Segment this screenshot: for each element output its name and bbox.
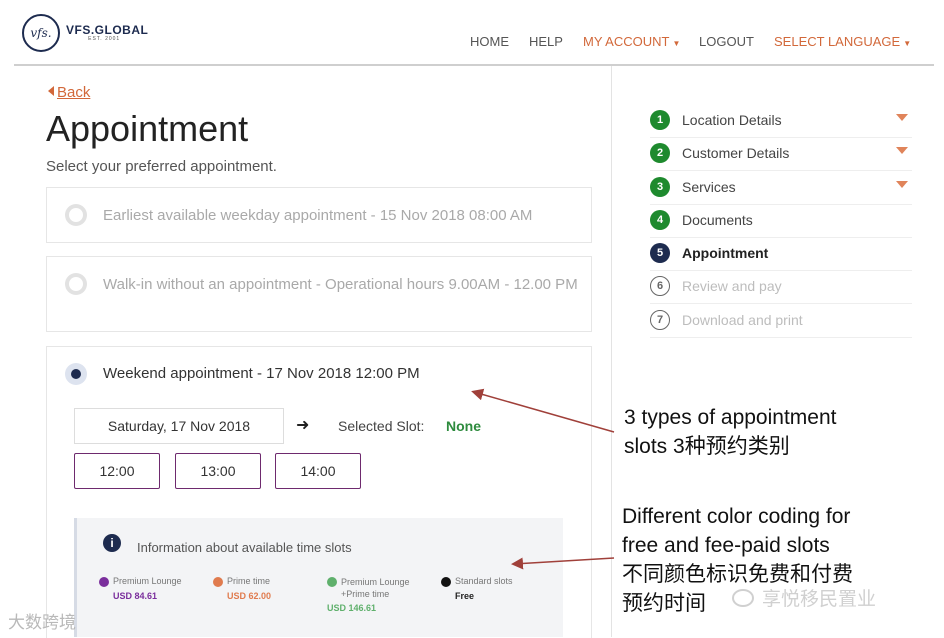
nav-logout[interactable]: LOGOUT xyxy=(699,34,754,49)
chevron-down-icon: ▼ xyxy=(672,39,681,48)
vfs-logo[interactable]: vfs. VFS.GLOBAL EST. 2001 xyxy=(22,14,148,52)
back-link[interactable]: Back xyxy=(48,84,90,101)
arrow-right-icon: ➜ xyxy=(296,417,310,434)
sidebar-divider xyxy=(611,66,612,637)
chevron-down-icon[interactable] xyxy=(896,181,908,188)
info-icon: i xyxy=(103,534,121,552)
legend-name: Premium Lounge xyxy=(113,576,182,586)
step-7: 7 Download and print xyxy=(650,304,912,338)
annotation-color-line2: free and fee-paid slots xyxy=(622,534,830,557)
date-picker[interactable]: Saturday, 17 Nov 2018 xyxy=(74,408,284,444)
nav-select-language-label: SELECT LANGUAGE xyxy=(774,34,901,49)
chevron-down-icon[interactable] xyxy=(896,147,908,154)
nav-my-account-label: MY ACCOUNT xyxy=(583,34,670,49)
legend-price: Free xyxy=(455,591,475,601)
nav-help[interactable]: HELP xyxy=(529,34,563,49)
step-2[interactable]: 2 Customer Details xyxy=(650,137,912,171)
step-3[interactable]: 3 Services xyxy=(650,171,912,205)
logo-name: VFS.GLOBAL xyxy=(66,23,149,37)
step-6: 6 Review and pay xyxy=(650,270,912,304)
step-label: Location Details xyxy=(682,112,782,128)
page-title: Appointment xyxy=(46,108,249,149)
step-label: Download and print xyxy=(682,312,803,328)
standard-slot-color-dot xyxy=(441,577,451,587)
chevron-down-icon: ▼ xyxy=(903,39,912,48)
step-1[interactable]: 1 Location Details xyxy=(650,104,912,138)
legend-price: USD 84.61 xyxy=(113,591,158,601)
radio-button[interactable] xyxy=(65,204,87,226)
step-5: 5 Appointment xyxy=(650,237,912,271)
option-label: Walk-in without an appointment - Operati… xyxy=(103,276,578,293)
prime-time-color-dot xyxy=(213,577,223,587)
step-4[interactable]: 4 Documents xyxy=(650,204,912,238)
time-slot-button[interactable]: 12:00 xyxy=(74,453,160,489)
option-label: Weekend appointment - 17 Nov 2018 12:00 … xyxy=(103,365,420,382)
selected-slot-label: Selected Slot: xyxy=(338,418,425,434)
radio-button-selected[interactable] xyxy=(65,363,87,385)
step-number-badge: 5 xyxy=(650,243,670,263)
premium-lounge-color-dot xyxy=(99,577,109,587)
watermark-left: 大数跨境 xyxy=(8,613,76,632)
nav-home[interactable]: HOME xyxy=(470,34,509,49)
nav-select-language[interactable]: SELECT LANGUAGE ▼ xyxy=(774,34,911,49)
chevron-down-icon[interactable] xyxy=(896,114,908,121)
appointment-option-earliest[interactable]: Earliest available weekday appointment -… xyxy=(46,187,592,243)
annotation-color-line1: Different color coding for xyxy=(622,505,851,528)
appointment-option-walk-in[interactable]: Walk-in without an appointment - Operati… xyxy=(46,256,592,332)
step-number-badge: 3 xyxy=(650,177,670,197)
legend-name: Premium Lounge +Prime time xyxy=(341,577,410,599)
legend-price: USD 146.61 xyxy=(327,603,377,613)
legend-price: USD 62.00 xyxy=(227,591,272,601)
back-arrow-icon xyxy=(48,86,54,96)
annotation-types-line1: 3 types of appointment xyxy=(624,406,837,429)
step-number-badge: 1 xyxy=(650,110,670,130)
back-label: Back xyxy=(57,84,91,101)
legend-name: Prime time xyxy=(227,576,271,586)
header-divider xyxy=(14,64,934,66)
step-label: Appointment xyxy=(682,245,769,261)
watermark-right: 享悦移民置业 xyxy=(732,584,876,611)
step-number-badge: 4 xyxy=(650,210,670,230)
step-number-badge: 2 xyxy=(650,143,670,163)
selected-slot-value: None xyxy=(446,418,481,434)
info-title: Information about available time slots xyxy=(137,540,352,555)
step-label: Customer Details xyxy=(682,145,790,161)
time-slot-button[interactable]: 13:00 xyxy=(175,453,261,489)
wechat-icon xyxy=(732,589,754,607)
legend-name: Standard slots xyxy=(455,576,513,586)
site-header: vfs. VFS.GLOBAL EST. 2001 HOME HELP MY A… xyxy=(0,0,944,64)
step-label: Services xyxy=(682,179,736,195)
annotation-types-line2: slots 3种预约类别 xyxy=(624,435,790,458)
logo-mark: vfs. xyxy=(22,14,60,52)
time-slot-button[interactable]: 14:00 xyxy=(275,453,361,489)
step-number-badge: 7 xyxy=(650,310,670,330)
step-label: Documents xyxy=(682,212,753,228)
nav-my-account[interactable]: MY ACCOUNT ▼ xyxy=(583,34,680,49)
logo-wordmark: VFS.GLOBAL EST. 2001 xyxy=(60,24,148,42)
premium-prime-color-dot xyxy=(327,577,337,587)
step-number-badge: 6 xyxy=(650,276,670,296)
step-label: Review and pay xyxy=(682,278,782,294)
annotation-color-line4: 预约时间 xyxy=(622,592,706,615)
page-subtitle: Select your preferred appointment. xyxy=(46,158,277,175)
watermark-right-text: 享悦移民置业 xyxy=(762,589,877,610)
option-label: Earliest available weekday appointment -… xyxy=(103,207,533,224)
